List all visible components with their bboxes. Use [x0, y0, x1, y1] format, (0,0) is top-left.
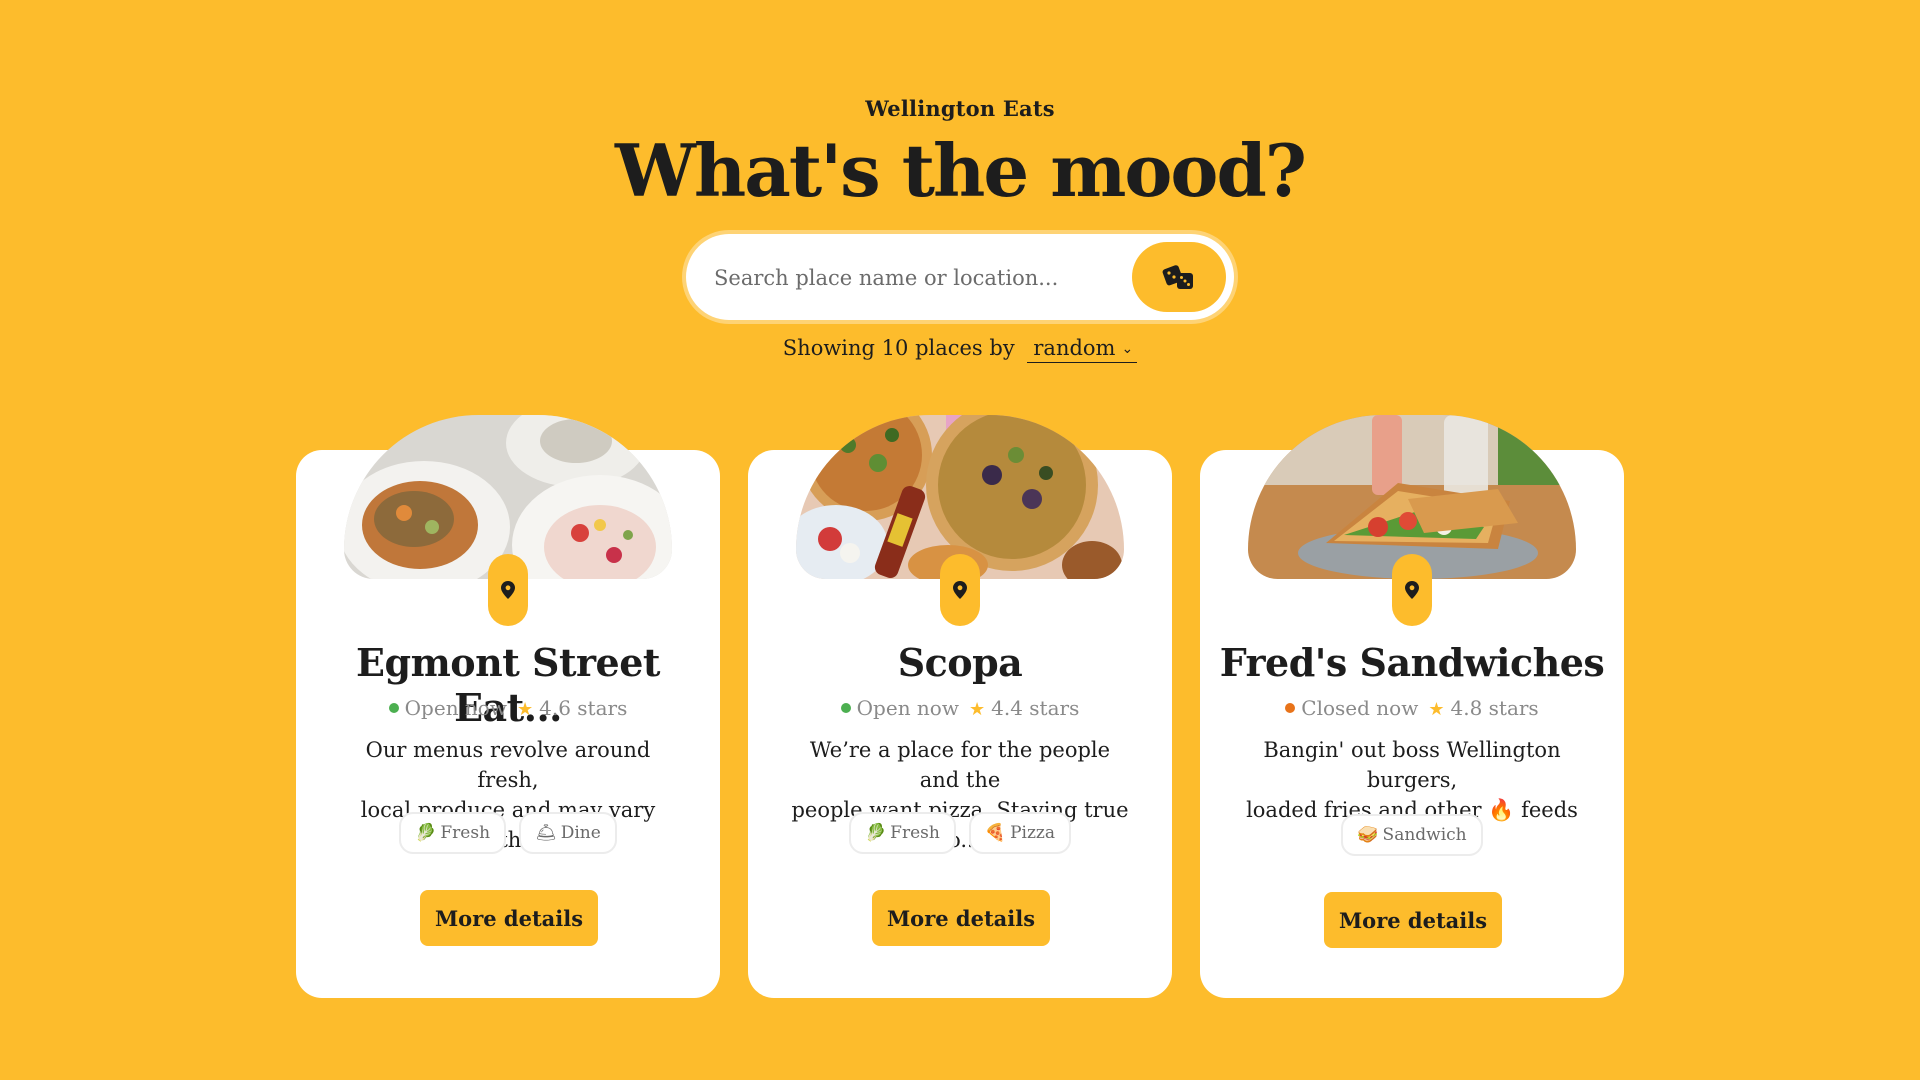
- place-status: Closed now ★ 4.8 stars: [1200, 696, 1624, 720]
- place-name: Fred's Sandwiches: [1219, 640, 1605, 685]
- random-button[interactable]: [1132, 242, 1226, 312]
- bell-icon: 🛎: [535, 823, 557, 843]
- place-name: Scopa: [897, 640, 1023, 685]
- place-card: Egmont Street Eat... Open now ★ 4.6 stars …: [296, 415, 720, 998]
- closed-status-dot: [1285, 703, 1296, 713]
- page-title: What's the mood?: [614, 128, 1307, 213]
- star-icon: ★: [516, 699, 534, 720]
- description-line: Our menus revolve around fresh,: [365, 738, 651, 792]
- location-pin-button[interactable]: [488, 554, 528, 626]
- status-text: Open now: [856, 696, 959, 720]
- brand-name: Wellington Eats: [865, 96, 1055, 121]
- star-icon: ★: [968, 699, 986, 720]
- header: Wellington Eats What's the mood?: [0, 96, 1920, 207]
- description-line: We’re a place for the people and the: [809, 738, 1111, 792]
- tag-list: 🥬 Fresh 🛎 Dine: [296, 812, 720, 854]
- salad-icon: 🥬: [864, 823, 887, 843]
- tag-label: Pizza: [1010, 823, 1056, 843]
- rating-text: 4.4 stars: [991, 696, 1080, 720]
- open-status-dot: [840, 703, 851, 713]
- tag-chip[interactable]: 🥬 Fresh: [848, 812, 956, 854]
- sandwich-icon: 🥪: [1357, 825, 1379, 845]
- tag-label: Sandwich: [1382, 825, 1467, 845]
- chevron-down-icon: ⌄: [1121, 341, 1134, 357]
- tag-chip[interactable]: 🥬 Fresh: [399, 812, 507, 854]
- salad-icon: 🥬: [415, 823, 437, 843]
- location-pin-button[interactable]: [1392, 554, 1432, 626]
- place-card: Scopa Open now ★ 4.4 stars We’re a place f…: [748, 415, 1172, 998]
- tag-list: 🥪 Sandwich: [1200, 814, 1624, 856]
- place-status: Open now ★ 4.4 stars: [748, 696, 1172, 720]
- map-pin-icon: [953, 581, 967, 599]
- location-pin-button[interactable]: [940, 554, 980, 626]
- more-details-button[interactable]: More details: [1324, 892, 1502, 948]
- tag-chip[interactable]: 🛎 Dine: [519, 812, 617, 854]
- map-pin-icon: [501, 581, 515, 599]
- rating-text: 4.6 stars: [539, 696, 628, 720]
- search-input[interactable]: [712, 256, 1116, 300]
- tag-label: Fresh: [890, 823, 940, 843]
- pizza-icon: 🍕: [984, 823, 1007, 843]
- status-text: Open now: [404, 696, 507, 720]
- results-count-text: Showing 10 places by: [782, 336, 1015, 360]
- place-card: Fred's Sandwiches Closed now ★ 4.8 stars B…: [1200, 415, 1624, 998]
- open-status-dot: [388, 703, 399, 713]
- sort-dropdown[interactable]: random ⌄: [1027, 336, 1138, 363]
- sort-line: Showing 10 places by random ⌄: [0, 336, 1920, 363]
- tag-list: 🥬 Fresh 🍕 Pizza: [748, 812, 1172, 854]
- tag-label: Dine: [560, 823, 601, 843]
- tag-chip[interactable]: 🍕 Pizza: [968, 812, 1072, 854]
- tag-label: Fresh: [440, 823, 491, 843]
- star-icon: ★: [1428, 699, 1445, 720]
- map-pin-icon: [1405, 581, 1419, 599]
- dice-icon: [1162, 265, 1193, 289]
- rating-text: 4.8 stars: [1450, 696, 1539, 720]
- description-line: Bangin' out boss Wellington burgers,: [1263, 738, 1561, 792]
- search-bar: [686, 234, 1234, 320]
- status-text: Closed now: [1301, 696, 1419, 720]
- tag-chip[interactable]: 🥪 Sandwich: [1341, 814, 1483, 856]
- more-details-button[interactable]: More details: [872, 890, 1050, 946]
- place-status: Open now ★ 4.6 stars: [296, 696, 720, 720]
- sort-selected-value: random: [1033, 336, 1116, 360]
- more-details-button[interactable]: More details: [420, 890, 598, 946]
